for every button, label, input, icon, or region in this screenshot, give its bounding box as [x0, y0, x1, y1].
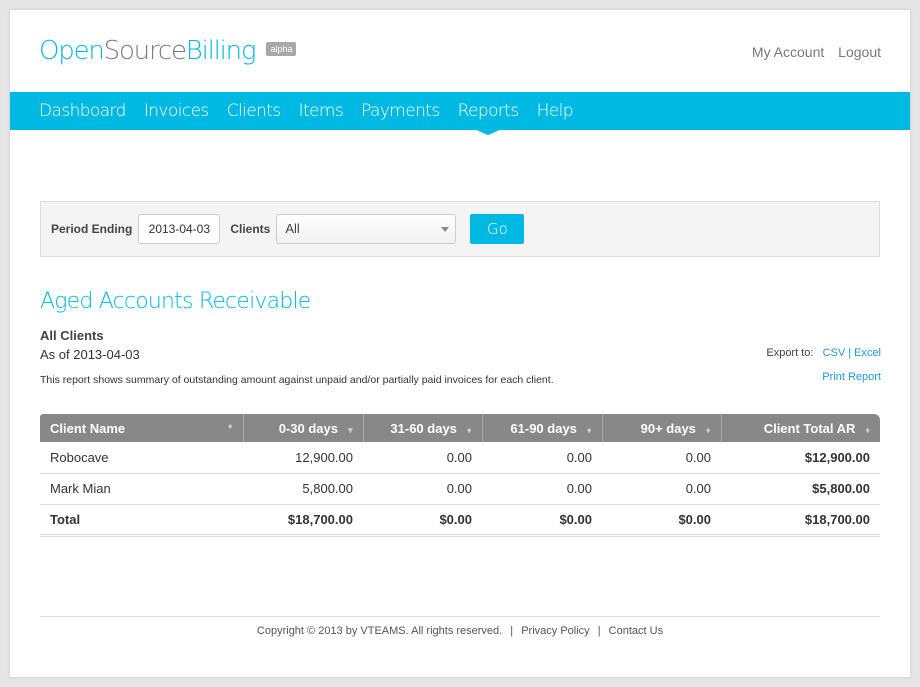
logo-text-source: Source — [103, 36, 187, 66]
column-label: 90+ days — [640, 420, 696, 436]
footer: Copyright © 2013 by VTEAMS. All rights r… — [10, 625, 910, 637]
my-account-link[interactable]: My Account — [752, 44, 824, 60]
logo[interactable]: OpenSourceBilling alpha — [39, 36, 297, 66]
export-excel-link[interactable]: Excel — [854, 347, 881, 359]
logo-text-billing: Billing — [185, 36, 257, 66]
column-header-61-90-days[interactable]: 61-90 days ♦ — [482, 414, 603, 442]
total-0-30: $18,700.00 — [243, 504, 363, 537]
nav-items[interactable]: Items — [299, 101, 344, 121]
cell-90-plus: 0.00 — [602, 442, 721, 474]
report-subtitle: All Clients — [40, 328, 104, 343]
column-header-0-30-days[interactable]: 0-30 days ▾ — [243, 414, 364, 442]
cell-total-ar: $5,800.00 — [721, 473, 880, 505]
sort-desc-icon: ▾ — [347, 424, 353, 435]
sort-icon: ♦ — [466, 424, 472, 435]
page: OpenSourceBilling alpha My Account Logou… — [10, 10, 910, 677]
cell-client-name: Mark Mian — [40, 473, 243, 505]
cell-client-name: Robocave — [40, 442, 243, 474]
cell-31-60: 0.00 — [363, 473, 482, 505]
column-header-client-total-ar[interactable]: Client Total AR ♦ — [721, 414, 880, 442]
column-header-90-plus-days[interactable]: 90+ days ♦ — [602, 414, 722, 442]
cell-61-90: 0.00 — [482, 473, 602, 505]
nav-clients[interactable]: Clients — [227, 101, 281, 121]
header: OpenSourceBilling alpha My Account Logou… — [10, 10, 910, 92]
top-links: My Account Logout — [742, 44, 881, 60]
column-label: 31-60 days — [390, 420, 457, 436]
go-button[interactable]: Go — [470, 214, 525, 244]
sort-icon: ♦ — [865, 424, 870, 435]
column-header-client-name[interactable]: Client Name ♦ — [40, 414, 244, 442]
sort-icon: ♦ — [586, 424, 592, 435]
logout-link[interactable]: Logout — [838, 44, 881, 60]
nav-help[interactable]: Help — [537, 101, 574, 121]
clients-select-value: All — [285, 221, 300, 236]
total-61-90: $0.00 — [482, 504, 602, 537]
nav-reports[interactable]: Reports — [458, 101, 519, 135]
table-row: Robocave 12,900.00 0.00 0.00 0.00 $12,90… — [40, 442, 880, 474]
logo-text-open: Open — [39, 36, 105, 66]
aged-ar-table: Client Name ♦ 0-30 days ▾ 31-60 days ♦ 61-9… — [40, 414, 880, 537]
table-row: Mark Mian 5,800.00 0.00 0.00 0.00 $5,800… — [40, 473, 880, 505]
period-ending-label: Period Ending — [51, 222, 133, 236]
total-client-ar: $18,700.00 — [721, 504, 880, 537]
page-title: Aged Accounts Receivable — [40, 289, 311, 314]
export-csv-link[interactable]: CSV — [823, 347, 846, 359]
copyright-text: Copyright © 2013 by VTEAMS. All rights r… — [256, 625, 503, 637]
table-header-row: Client Name ♦ 0-30 days ▾ 31-60 days ♦ 61-9… — [40, 414, 880, 442]
print-report-container: Print Report — [822, 371, 881, 383]
table-total-row: Total $18,700.00 $0.00 $0.00 $0.00 $18,7… — [40, 504, 880, 537]
period-ending-input[interactable]: 2013-04-03 — [138, 214, 221, 244]
print-report-link[interactable]: Print Report — [822, 371, 881, 383]
report-description: This report shows summary of outstanding… — [40, 374, 554, 386]
nav-invoices[interactable]: Invoices — [144, 101, 209, 121]
column-label: Client Name — [50, 420, 126, 436]
cell-61-90: 0.00 — [482, 442, 602, 474]
column-header-31-60-days[interactable]: 31-60 days ♦ — [363, 414, 483, 442]
chevron-down-icon — [441, 227, 450, 232]
export-links: Export to: CSV | Excel — [766, 347, 881, 359]
column-label: 0-30 days — [278, 420, 338, 436]
alpha-badge: alpha — [266, 41, 297, 56]
clients-label: Clients — [230, 222, 271, 236]
cell-0-30: 5,800.00 — [243, 473, 363, 505]
footer-divider — [40, 616, 880, 617]
cell-total-ar: $12,900.00 — [721, 442, 880, 474]
separator: | — [848, 347, 852, 359]
cell-31-60: 0.00 — [363, 442, 482, 474]
clients-select[interactable]: All — [276, 214, 457, 244]
main-nav: Dashboard Invoices Clients Items Payment… — [10, 92, 910, 135]
cell-0-30: 12,900.00 — [243, 442, 363, 474]
sort-icon: ♦ — [227, 420, 233, 431]
cell-90-plus: 0.00 — [602, 473, 721, 505]
column-label: Client Total AR — [763, 420, 856, 436]
total-label: Total — [40, 504, 243, 537]
privacy-policy-link[interactable]: Privacy Policy — [521, 625, 589, 637]
separator: | — [510, 625, 514, 637]
column-label: 61-90 days — [510, 420, 577, 436]
separator: | — [597, 625, 601, 637]
contact-us-link[interactable]: Contact Us — [609, 625, 663, 637]
nav-payments[interactable]: Payments — [361, 101, 440, 121]
report-as-of: As of 2013-04-03 — [40, 347, 140, 362]
report-filter-bar: Period Ending 2013-04-03 Clients All Go — [40, 201, 880, 257]
nav-dashboard[interactable]: Dashboard — [39, 101, 126, 121]
total-31-60: $0.00 — [363, 504, 482, 537]
sort-icon: ♦ — [705, 424, 711, 435]
export-label: Export to: — [766, 347, 814, 359]
total-90-plus: $0.00 — [602, 504, 721, 537]
